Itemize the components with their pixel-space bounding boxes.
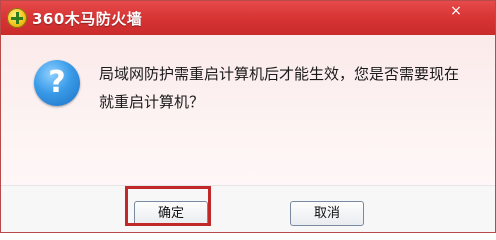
- title-bar[interactable]: 360木马防火墙 ×: [1, 1, 495, 35]
- cancel-button[interactable]: 取消: [290, 201, 364, 226]
- dialog-footer: 确定 取消: [1, 185, 495, 232]
- ok-button-highlight: [125, 186, 211, 226]
- dialog-message: 局域网防护需重启计算机后才能生效，您是否需要现在就重启计算机？: [99, 65, 460, 111]
- 360-logo-icon: [7, 8, 27, 28]
- dialog-content: ? 局域网防护需重启计算机后才能生效，您是否需要现在就重启计算机？: [1, 35, 495, 185]
- window-title: 360木马防火墙: [32, 10, 143, 28]
- dialog-window: 360木马防火墙 × ? 局域网防护需重启计算机后才能生效，您是否需要现在就重启…: [0, 0, 496, 233]
- close-button[interactable]: ×: [441, 1, 471, 21]
- question-icon: ?: [34, 60, 80, 106]
